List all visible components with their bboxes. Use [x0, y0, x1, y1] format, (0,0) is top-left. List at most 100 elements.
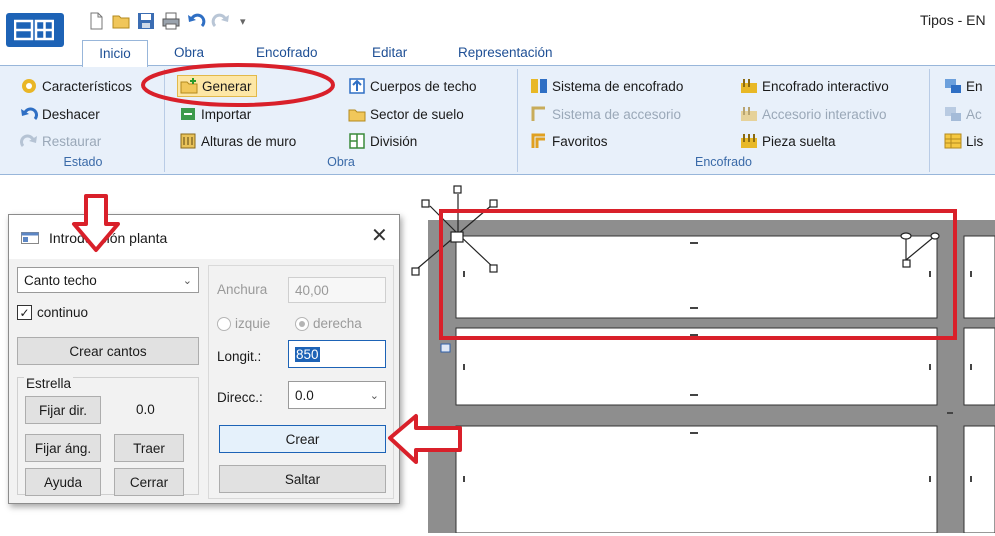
ribbon-tabs: Inicio Obra Encofrado Editar Representac…: [74, 40, 995, 67]
division-button[interactable]: División: [348, 130, 417, 152]
importar-label: Importar: [201, 106, 252, 122]
sistema-de-encofrado-button[interactable]: Sistema de encofrado: [530, 75, 683, 97]
restaurar-button[interactable]: Restaurar: [20, 130, 101, 152]
alturas-de-muro-button[interactable]: Alturas de muro: [179, 130, 296, 152]
anchura-field[interactable]: 40,00: [288, 277, 386, 303]
longit-input[interactable]: 850: [288, 340, 386, 368]
anchura-label: Anchura: [217, 282, 268, 297]
dialog-title: Introducción planta: [49, 230, 168, 246]
computer-disabled-icon: [945, 107, 961, 121]
deshacer-button[interactable]: Deshacer: [20, 103, 100, 125]
division-icon: [349, 133, 365, 149]
radio-checked-icon: [295, 316, 309, 331]
sistema-de-accesorio-button[interactable]: Sistema de accesorio: [530, 103, 681, 125]
extra-label-2: Ac: [966, 106, 982, 122]
app-menu-button[interactable]: [6, 13, 64, 47]
group-label-encofrado: Encofrado: [695, 155, 752, 169]
print-icon[interactable]: [161, 11, 181, 31]
crear-cantos-button[interactable]: Crear cantos: [17, 337, 199, 365]
app-logo-icon: [14, 19, 54, 41]
sector-de-suelo-label: Sector de suelo: [370, 106, 464, 122]
accesorio-interactivo-label: Accesorio interactivo: [762, 106, 887, 122]
encofrado-interactivo-button[interactable]: Encofrado interactivo: [740, 75, 889, 97]
fijar-dir-button[interactable]: Fijar dir.: [25, 396, 101, 424]
cerrar-button[interactable]: Cerrar: [114, 468, 184, 496]
checkbox-checked-icon: ✓: [17, 305, 32, 320]
direcc-select[interactable]: 0.0 ⌄: [288, 381, 386, 409]
list-table-icon: [944, 133, 962, 149]
tab-obra[interactable]: Obra: [170, 40, 208, 66]
interactive-formwork-icon: [741, 79, 757, 93]
fijar-ang-button[interactable]: Fijar áng.: [25, 434, 101, 462]
undo-icon[interactable]: [186, 11, 206, 31]
save-icon[interactable]: [136, 11, 156, 31]
izquierda-radio[interactable]: izquie: [217, 316, 270, 331]
chevron-down-icon: ⌄: [369, 389, 379, 402]
window-title: Tipos - EN: [920, 12, 986, 28]
derecha-radio[interactable]: derecha: [295, 316, 362, 331]
gear-icon: [22, 79, 36, 93]
tab-inicio[interactable]: Inicio: [82, 40, 148, 67]
chevron-down-icon: ⌄: [182, 274, 192, 287]
room-1: [455, 235, 938, 319]
tab-representacion[interactable]: Representación: [454, 40, 557, 66]
extra-button-2[interactable]: Ac: [944, 103, 982, 125]
close-icon[interactable]: ✕: [371, 226, 388, 246]
traer-button[interactable]: Traer: [114, 434, 184, 462]
division-label: División: [370, 133, 418, 149]
direcc-label: Direcc.:: [217, 390, 263, 405]
continuo-label: continuo: [37, 305, 89, 320]
extra-button-1[interactable]: En: [944, 75, 983, 97]
computer-icon: [945, 79, 961, 93]
extra-button-3[interactable]: Lis: [944, 130, 983, 152]
sistema-de-accesorio-label: Sistema de accesorio: [552, 106, 682, 122]
group-estado: Característicos Deshacer Restaurar Estad…: [2, 69, 165, 172]
caracteristicos-label: Característicos: [42, 78, 133, 94]
crear-button[interactable]: Crear: [219, 425, 386, 453]
generar-button[interactable]: Generar: [177, 75, 257, 97]
undo-icon: [21, 107, 38, 120]
type-select[interactable]: Canto techo ⌄: [17, 267, 199, 293]
longit-value: 850: [295, 346, 320, 362]
pieza-suelta-label: Pieza suelta: [762, 133, 836, 149]
group-label-estado: Estado: [63, 155, 103, 169]
open-folder-icon[interactable]: [111, 11, 131, 31]
room-5: [963, 327, 995, 406]
loose-piece-icon: [741, 134, 757, 148]
continuo-checkbox[interactable]: ✓ continuo: [17, 305, 88, 320]
type-select-value: Canto techo: [24, 272, 97, 288]
cuerpos-de-techo-label: Cuerpos de techo: [370, 78, 477, 94]
extra-label-3: Lis: [966, 133, 984, 149]
extra-label-1: En: [966, 78, 983, 94]
group-extra: En Ac Lis: [930, 69, 995, 172]
tab-encofrado[interactable]: Encofrado: [252, 40, 322, 66]
sector-de-suelo-button[interactable]: Sector de suelo: [348, 103, 464, 125]
saltar-button[interactable]: Saltar: [219, 465, 386, 493]
cuerpos-de-techo-button[interactable]: Cuerpos de techo: [348, 75, 477, 97]
room-3: [455, 425, 938, 534]
accesorio-interactivo-button[interactable]: Accesorio interactivo: [740, 103, 887, 125]
window-icon: [21, 232, 39, 244]
interactive-accessory-icon: [741, 107, 757, 121]
ayuda-button[interactable]: Ayuda: [25, 468, 101, 496]
direcc-value: 0.0: [295, 387, 314, 403]
caracteristicos-button[interactable]: Característicos: [20, 75, 132, 97]
quick-access-toolbar: ▾: [86, 8, 246, 34]
dialog-title-bar[interactable]: Introducción planta ✕: [9, 215, 399, 259]
izquierda-label: izquie: [235, 316, 271, 331]
redo-icon[interactable]: [211, 11, 231, 31]
import-icon: [181, 108, 195, 120]
accessory-system-icon: [531, 106, 545, 121]
importar-button[interactable]: Importar: [179, 103, 251, 125]
tab-editar[interactable]: Editar: [368, 40, 411, 66]
radio-unchecked-icon: [217, 316, 231, 331]
encofrado-interactivo-label: Encofrado interactivo: [762, 78, 889, 94]
pieza-suelta-button[interactable]: Pieza suelta: [740, 130, 836, 152]
new-file-icon[interactable]: [86, 11, 106, 31]
restaurar-label: Restaurar: [42, 133, 102, 149]
favoritos-button[interactable]: Favoritos: [530, 130, 608, 152]
derecha-label: derecha: [313, 316, 362, 331]
ribbon: Característicos Deshacer Restaurar Estad…: [0, 65, 995, 175]
deshacer-label: Deshacer: [42, 106, 100, 122]
qat-customize-icon[interactable]: ▾: [240, 15, 246, 28]
